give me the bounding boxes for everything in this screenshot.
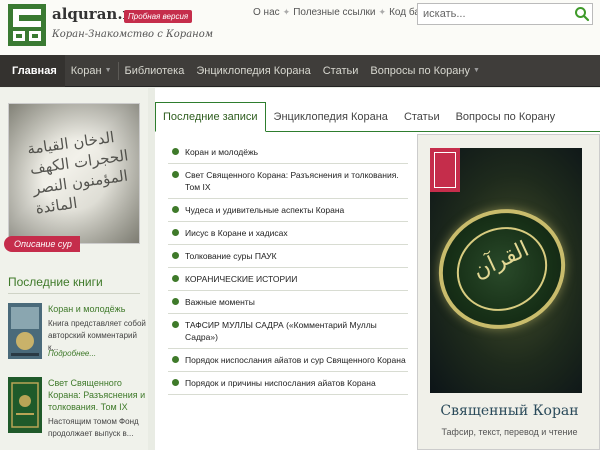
beta-badge: Пробная версия: [124, 10, 193, 23]
list-item[interactable]: Иисус в Коране и хадисах: [168, 222, 408, 245]
nav-item-encyclopedia[interactable]: Энциклопедия Корана: [190, 55, 316, 87]
nav-item-label: Вопросы по Корану: [370, 64, 470, 77]
divider: [8, 293, 140, 294]
read-more-link[interactable]: Подробнее...: [48, 349, 96, 358]
list-item[interactable]: Порядок ниспослания айатов и сур Священн…: [168, 349, 408, 372]
site-header: alquran.ru Пробная версия Коран-Знакомст…: [0, 0, 600, 55]
search-input[interactable]: [418, 4, 568, 24]
separator-icon: ✦: [378, 7, 387, 17]
post-title[interactable]: Иисус в Коране и хадисах: [185, 227, 288, 239]
nav-item-library[interactable]: Библиотека: [119, 55, 191, 87]
list-item[interactable]: Толкование суры ПАУК: [168, 245, 408, 268]
surah-banner-image[interactable]: الدخان القيامةالحجرات الكهفالمؤمنون النص…: [8, 103, 140, 244]
surah-description-button[interactable]: Описание сур: [4, 236, 80, 252]
tab-encyclopedia[interactable]: Энциклопедия Корана: [266, 103, 396, 131]
quran-panel-title[interactable]: Священный Коран: [418, 403, 600, 419]
post-title[interactable]: КОРАНИЧЕСКИЕ ИСТОРИИ: [185, 273, 297, 285]
tab-latest-posts[interactable]: Последние записи: [155, 102, 266, 132]
post-title[interactable]: Важные моменты: [185, 296, 255, 308]
post-title[interactable]: Порядок и причины ниспослания айатов Кор…: [185, 377, 376, 389]
flag-pattern: [434, 152, 456, 188]
holy-quran-panel: القرآن Священный Коран Тафсир, текст, пе…: [417, 134, 600, 450]
site-logo-icon[interactable]: [8, 4, 46, 46]
separator-icon: ✦: [282, 7, 291, 17]
main-nav: Главная Коран ▼ Библиотека Энциклопедия К…: [0, 54, 600, 87]
nav-item-questions[interactable]: Вопросы по Корану ▼: [364, 55, 486, 87]
list-item[interactable]: ТАФСИР МУЛЛЫ САДРА («Комментарий Муллы С…: [168, 314, 408, 349]
list-item[interactable]: Чудеса и удивительные аспекты Корана: [168, 199, 408, 222]
search-box: [417, 3, 593, 25]
quran-cover-image[interactable]: القرآن: [430, 148, 582, 393]
nav-item-label: Коран: [70, 64, 102, 77]
site-tagline: Коран-Знакомство с Кораном: [52, 29, 214, 40]
post-title[interactable]: Чудеса и удивительные аспекты Корана: [185, 204, 344, 216]
bullet-icon: [172, 298, 179, 305]
bullet-icon: [172, 379, 179, 386]
top-link-useful-links[interactable]: Полезные ссылки: [293, 7, 375, 18]
book-cover-icon[interactable]: [8, 303, 42, 359]
post-title[interactable]: Коран и молодёжь: [185, 146, 258, 158]
bullet-icon: [172, 229, 179, 236]
list-item[interactable]: КОРАНИЧЕСКИЕ ИСТОРИИ: [168, 268, 408, 291]
bullet-icon: [172, 171, 179, 178]
book-title[interactable]: Коран и молодёжь: [48, 303, 148, 315]
quran-panel-subtitle: Тафсир, текст, перевод и чтение: [441, 427, 578, 437]
nav-item-home[interactable]: Главная: [0, 54, 65, 87]
list-item[interactable]: Коран и молодёжь: [168, 141, 408, 164]
book-cover-icon[interactable]: [8, 377, 42, 433]
post-title[interactable]: Свет Священного Корана: Разъяснения и то…: [185, 169, 408, 193]
chevron-down-icon: ▼: [472, 67, 480, 74]
bullet-icon: [172, 206, 179, 213]
book-title[interactable]: Свет Священного Корана: Разъяснения и то…: [48, 377, 148, 413]
bullet-icon: [172, 148, 179, 155]
nav-item-articles[interactable]: Статьи: [317, 55, 365, 87]
bullet-icon: [172, 356, 179, 363]
banner-vignette: [9, 104, 139, 243]
search-icon[interactable]: [574, 6, 590, 22]
post-title[interactable]: Толкование суры ПАУК: [185, 250, 277, 262]
nav-item-label: Энциклопедия Корана: [196, 64, 311, 77]
nav-item-label: Статьи: [322, 64, 359, 77]
main-content: Последние записи Энциклопедия Корана Ста…: [155, 88, 600, 450]
chevron-down-icon: ▼: [104, 67, 112, 74]
left-sidebar: الدخان القيامةالحجرات الكهفالمؤمنون النص…: [0, 88, 148, 450]
bullet-icon: [172, 321, 179, 328]
top-link-about[interactable]: О нас: [253, 7, 280, 18]
bullet-icon: [172, 252, 179, 259]
tab-articles[interactable]: Статьи: [396, 103, 448, 131]
tab-questions[interactable]: Вопросы по Корану: [448, 103, 564, 131]
book-description: Настоящим томом Фонд продолжает выпуск в…: [48, 417, 139, 438]
list-item[interactable]: Важные моменты: [168, 291, 408, 314]
post-title[interactable]: ТАФСИР МУЛЛЫ САДРА («Комментарий Муллы С…: [185, 319, 408, 343]
bullet-icon: [172, 275, 179, 282]
list-item[interactable]: Порядок и причины ниспослания айатов Кор…: [168, 372, 408, 395]
list-item[interactable]: Свет Священного Корана: Разъяснения и то…: [168, 164, 408, 199]
content-tabs: Последние записи Энциклопедия Корана Ста…: [155, 102, 600, 132]
nav-item-quran[interactable]: Коран ▼: [65, 55, 118, 87]
bookmark-icon: [430, 148, 460, 192]
nav-item-label: Главная: [12, 64, 57, 77]
post-title[interactable]: Порядок ниспослания айатов и сур Священн…: [185, 354, 406, 366]
latest-books-heading: Последние книги: [8, 275, 103, 289]
latest-posts-list: Коран и молодёжь Свет Священного Корана:…: [168, 141, 408, 395]
nav-item-label: Библиотека: [124, 64, 185, 77]
